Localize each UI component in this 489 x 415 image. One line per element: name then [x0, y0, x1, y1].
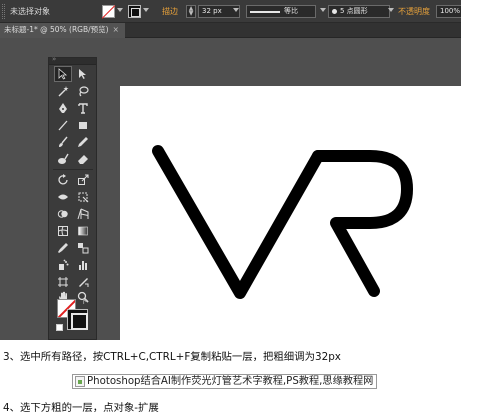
- shape-builder-tool-icon[interactable]: [54, 206, 72, 222]
- selection-status: 未选择对象: [10, 7, 50, 16]
- pen-tool-icon[interactable]: [54, 100, 72, 116]
- perspective-grid-tool-icon[interactable]: [74, 206, 92, 222]
- artboard[interactable]: [120, 86, 461, 340]
- profile-dropdown-icon[interactable]: [320, 8, 326, 12]
- selection-tool-icon[interactable]: [54, 66, 72, 82]
- step-3-text: 3、选中所有路径，按CTRL+C,CTRL+F复制粘贴一层，把粗细调为32px: [3, 351, 341, 363]
- default-colors-icon[interactable]: [56, 324, 63, 331]
- direct-selection-tool-icon[interactable]: [74, 66, 92, 82]
- lasso-tool-icon[interactable]: [74, 83, 92, 99]
- paintbrush-tool-icon[interactable]: [54, 134, 72, 150]
- stroke-weight-dropdown-icon[interactable]: [233, 8, 239, 12]
- symbol-sprayer-tool-icon[interactable]: [54, 257, 72, 273]
- tutorial-image-placeholder[interactable]: Photoshop结合AI制作荧光灯管艺术字教程,PS教程,思缘教程网: [72, 374, 378, 389]
- opacity-label[interactable]: 不透明度: [398, 0, 430, 23]
- blend-tool-icon[interactable]: [74, 240, 92, 256]
- column-graph-tool-icon[interactable]: [74, 257, 92, 273]
- image-alt-text: Photoshop结合AI制作荧光灯管艺术字教程,PS教程,思缘教程网: [87, 376, 374, 387]
- brush-definition[interactable]: 5 点圆形: [328, 5, 390, 18]
- magic-wand-tool-icon[interactable]: [54, 83, 72, 99]
- rectangle-tool-icon[interactable]: [74, 117, 92, 133]
- opacity-input[interactable]: 100%: [436, 5, 461, 18]
- blob-brush-tool-icon[interactable]: [54, 151, 72, 167]
- stroke-swatch[interactable]: [128, 5, 141, 18]
- profile-line-icon: [250, 11, 280, 13]
- vr-letter-artwork[interactable]: [120, 86, 461, 340]
- letter-v-path: [152, 145, 324, 299]
- document-title: 未标题-1* @ 50% (RGB/预览): [4, 25, 109, 34]
- toolbox-panel: ↱: [48, 55, 97, 340]
- width-tool-icon[interactable]: [54, 189, 72, 205]
- panel-grip[interactable]: [2, 4, 5, 19]
- swap-colors-icon[interactable]: ↱: [82, 298, 88, 306]
- eraser-tool-icon[interactable]: [74, 151, 92, 167]
- line-segment-tool-icon[interactable]: [54, 117, 72, 133]
- fill-dropdown-icon[interactable]: [117, 8, 123, 12]
- stroke-spinner[interactable]: ▲ ▼: [186, 5, 196, 18]
- stroke-label[interactable]: 描边: [162, 0, 178, 23]
- fill-swatch[interactable]: [102, 5, 115, 18]
- illustrator-screenshot: 未选择对象 描边 ▲ ▼ 32 px 等比 5 点圆形 不透明度 100% 未标题…: [0, 0, 461, 340]
- stroke-color-swatch[interactable]: [67, 309, 88, 330]
- type-tool-icon[interactable]: [74, 100, 92, 116]
- free-transform-tool-icon[interactable]: [74, 189, 92, 205]
- step-4-text: 4、选下方粗的一层，点对象-扩展: [3, 402, 159, 414]
- control-bar: 未选择对象 描边 ▲ ▼ 32 px 等比 5 点圆形 不透明度 100%: [0, 0, 461, 23]
- variable-width-profile[interactable]: 等比: [246, 5, 316, 18]
- close-tab-icon[interactable]: ×: [113, 25, 119, 34]
- scale-tool-icon[interactable]: [74, 172, 92, 188]
- artboard-tool-icon[interactable]: [54, 274, 72, 290]
- slice-tool-icon[interactable]: [74, 274, 92, 290]
- letter-r-path: [312, 150, 413, 297]
- broken-image-icon: [75, 376, 85, 387]
- document-tab-bar: 未标题-1* @ 50% (RGB/预览) ×: [0, 23, 461, 38]
- rotate-tool-icon[interactable]: [54, 172, 72, 188]
- pencil-tool-icon[interactable]: [74, 134, 92, 150]
- gradient-tool-icon[interactable]: [74, 223, 92, 239]
- toolbox-header[interactable]: [49, 55, 96, 65]
- brush-dropdown-icon[interactable]: [388, 8, 394, 12]
- toolbox-divider: [53, 169, 93, 170]
- stroke-dropdown-icon[interactable]: [143, 8, 149, 12]
- eyedropper-tool-icon[interactable]: [54, 240, 72, 256]
- document-tab[interactable]: 未标题-1* @ 50% (RGB/预览) ×: [0, 23, 125, 38]
- round-brush-icon: [332, 8, 337, 14]
- mesh-tool-icon[interactable]: [54, 223, 72, 239]
